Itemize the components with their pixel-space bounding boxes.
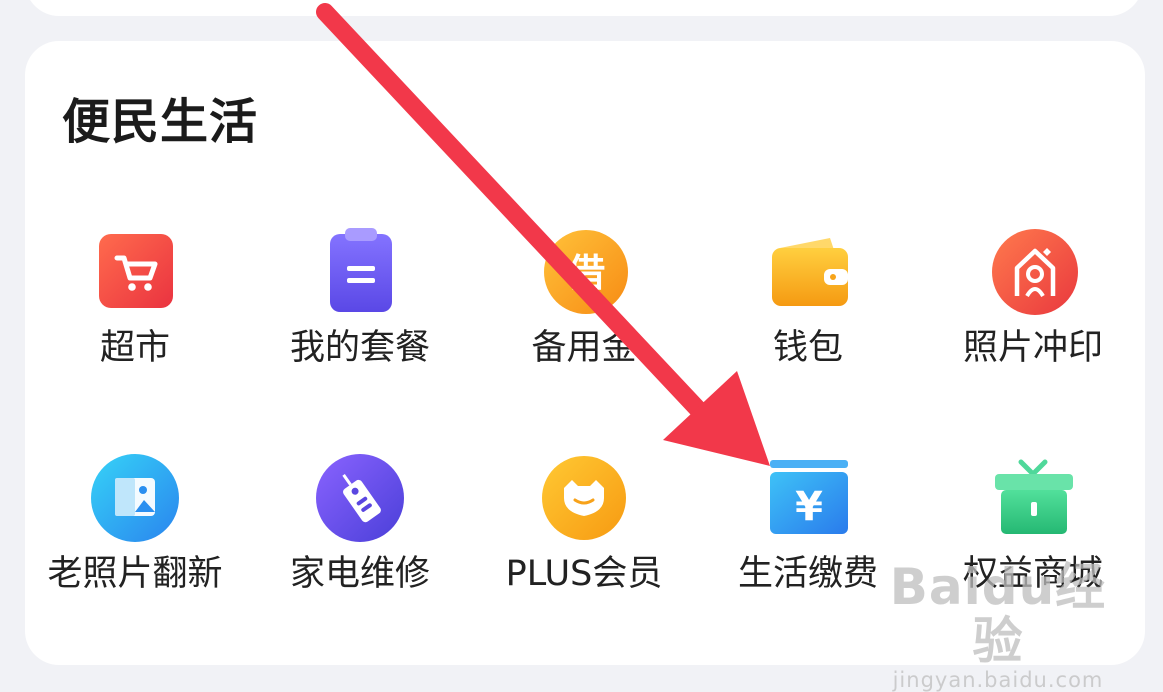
service-my-package[interactable]: 我的套餐: [250, 222, 470, 370]
clipboard-icon: [310, 222, 410, 322]
service-label: 超市: [99, 328, 170, 368]
service-bill-payment[interactable]: ¥ 生活缴费: [698, 448, 918, 596]
service-rights-mall[interactable]: 权益商城: [923, 448, 1143, 596]
shopping-cart-icon: [85, 222, 185, 322]
previous-card: [25, 0, 1143, 16]
bill-payment-icon: ¥: [758, 448, 858, 548]
service-label: 老照片翻新: [47, 554, 223, 594]
service-old-photo-restore[interactable]: 老照片翻新: [25, 448, 245, 596]
service-reserve-fund[interactable]: 借 备用金: [474, 222, 694, 370]
service-appliance-repair[interactable]: 家电维修: [250, 448, 470, 596]
service-label: 家电维修: [289, 554, 430, 594]
service-label: 我的套餐: [289, 328, 430, 368]
service-label: 权益商城: [962, 554, 1103, 594]
service-label: 备用金: [531, 328, 637, 368]
photo-frame-icon: [85, 448, 185, 548]
wallet-icon: [758, 222, 858, 322]
service-label: 照片冲印: [962, 328, 1103, 368]
photo-print-icon: [983, 222, 1083, 322]
repair-tag-icon: [310, 448, 410, 548]
borrow-coin-icon: 借: [534, 222, 634, 322]
service-photo-print[interactable]: 照片冲印: [923, 222, 1143, 370]
svg-text:¥: ¥: [795, 484, 823, 530]
service-plus-member[interactable]: PLUS会员: [474, 448, 694, 596]
plus-member-icon: [534, 448, 634, 548]
svg-text:借: 借: [566, 251, 605, 295]
gift-box-icon: [983, 448, 1083, 548]
watermark-url: jingyan.baidu.com: [892, 668, 1104, 692]
service-label: 生活缴费: [737, 554, 878, 594]
service-wallet[interactable]: 钱包: [698, 222, 918, 370]
service-label: 钱包: [772, 328, 843, 368]
service-supermarket[interactable]: 超市: [25, 222, 245, 370]
section-title: 便民生活: [62, 94, 259, 150]
service-label: PLUS会员: [505, 554, 663, 594]
